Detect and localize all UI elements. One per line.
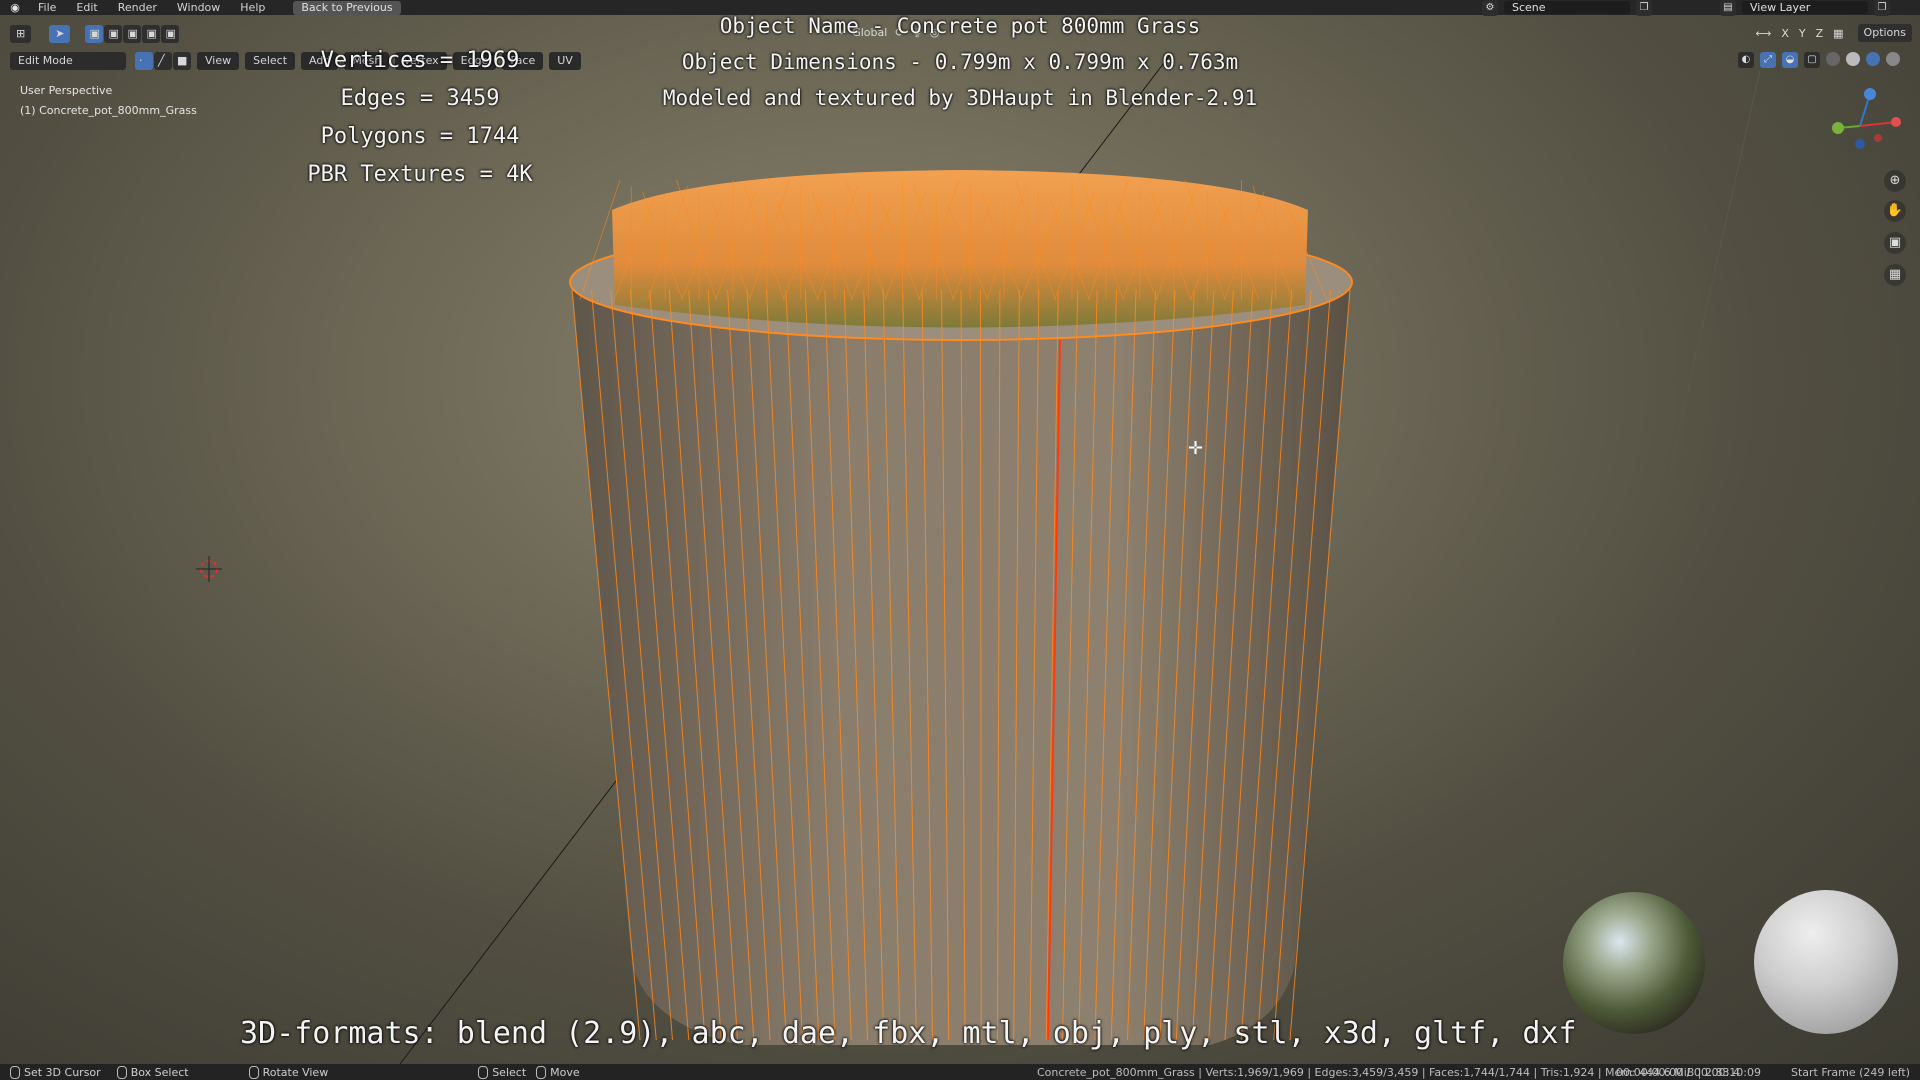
selection-mode-group: ▣ ▣ ▣ ▣ ▣ (84, 25, 180, 43)
crosshair-cursor-icon: ✛ (1188, 438, 1204, 459)
neg-x-axis-handle[interactable] (1874, 134, 1882, 142)
select-intersect-icon[interactable]: ▣ (161, 25, 180, 43)
camera-icon[interactable]: ▣ (1884, 232, 1906, 254)
status-select: Select (478, 1065, 527, 1079)
object-name: Object Name - Concrete pot 800mm Grass (719, 14, 1201, 38)
rotate-view-label: Rotate View (262, 1065, 329, 1079)
navigation-gizmo[interactable] (1818, 84, 1902, 168)
menu-file[interactable]: File (28, 1, 66, 14)
axis-x-toggle[interactable]: X (1781, 27, 1789, 40)
menu-edit[interactable]: Edit (66, 1, 107, 14)
status-bar: Set 3D Cursor Box Select Rotate View Sel… (0, 1064, 1920, 1080)
overlay-toggle-icon[interactable]: ◒ (1782, 52, 1798, 68)
move-label: Move (550, 1065, 580, 1079)
rendered-shading-icon[interactable] (1886, 52, 1900, 66)
status-box-select: Box Select (116, 1065, 189, 1079)
view-layer-field[interactable]: View Layer (1742, 1, 1868, 14)
xray-icon[interactable]: ▢ (1804, 52, 1820, 68)
set-cursor-label: Set 3D Cursor (24, 1065, 101, 1079)
y-axis-handle[interactable] (1832, 122, 1844, 134)
scene-field[interactable]: Scene (1504, 1, 1630, 14)
new-scene-icon[interactable]: ❐ (1636, 0, 1652, 16)
active-object-label: (1) Concrete_pot_800mm_Grass (20, 104, 197, 117)
mouse-right-icon (478, 1065, 489, 1079)
material-shading-icon[interactable] (1866, 52, 1880, 66)
face-select-icon[interactable]: ■ (173, 52, 191, 70)
status-move: Move (536, 1065, 580, 1079)
select-subtract-icon[interactable]: ▣ (123, 25, 142, 43)
mouse-right-drag-icon (536, 1065, 547, 1079)
mouse-middle-icon (248, 1065, 259, 1079)
ortho-grid-icon[interactable]: ▦ (1884, 264, 1906, 286)
3d-cursor-icon[interactable] (196, 556, 222, 582)
view-perspective-label: User Perspective (20, 84, 113, 97)
pot-body (572, 280, 1350, 1045)
select-label: Select (492, 1065, 527, 1079)
playback-time: 00:00:00:00 / 00:00:10:09 (1616, 1065, 1761, 1079)
zoom-icon[interactable]: ⊕ (1884, 170, 1906, 192)
axis-z-toggle[interactable]: Z (1816, 27, 1824, 40)
view-layer-selector: ▤ View Layer ❐ (1720, 0, 1890, 16)
mode-dropdown[interactable]: Edit Mode (10, 52, 126, 70)
menu-uv[interactable]: UV (549, 52, 581, 70)
mirror-icon[interactable]: ⟷ (1756, 27, 1772, 40)
uv-sync-icon[interactable]: ▦ (1833, 27, 1843, 40)
status-set-cursor: Set 3D Cursor (10, 1065, 101, 1079)
wireframe-shading-icon[interactable] (1826, 52, 1840, 66)
pan-hand-icon[interactable]: ✋ (1884, 200, 1906, 222)
menu-select[interactable]: Select (245, 52, 296, 70)
select-extend-icon[interactable]: ▣ (104, 25, 123, 43)
visibility-icon[interactable]: ◐ (1738, 52, 1754, 68)
menu-render[interactable]: Render (108, 1, 167, 14)
shading-controls: ◐ ⤢ ◒ ▢ (1738, 52, 1900, 68)
solid-shading-icon[interactable] (1846, 52, 1860, 66)
pbr-textures: PBR Textures = 4K (307, 162, 533, 187)
edges-count: Edges = 3459 (340, 86, 500, 111)
blender-logo-icon[interactable]: ◉ (8, 1, 22, 15)
menu-window[interactable]: Window (167, 1, 230, 14)
menu-view[interactable]: View (197, 52, 240, 70)
status-rotate-view: Rotate View (248, 1065, 329, 1079)
view-layer-icon[interactable]: ▤ (1720, 0, 1736, 16)
polygons-count: Polygons = 1744 (320, 124, 520, 149)
object-info-overlay: Object Name - Concrete pot 800mm Grass O… (600, 8, 1320, 116)
menu-help[interactable]: Help (230, 1, 275, 14)
mouse-drag-icon (116, 1065, 127, 1079)
x-axis-handle[interactable] (1891, 117, 1901, 127)
credit-line: Modeled and textured by 3DHaupt in Blend… (662, 86, 1258, 110)
z-axis-handle[interactable] (1864, 88, 1876, 100)
formats-overlay: 3D-formats: blend (2.9), abc, dae, fbx, … (240, 1016, 1577, 1051)
axis-y-toggle[interactable]: Y (1799, 27, 1806, 40)
back-to-previous-button[interactable]: Back to Previous (293, 0, 401, 15)
box-select-label: Box Select (130, 1065, 189, 1079)
editor-type-icon[interactable]: ⊞ (10, 25, 32, 43)
edge-select-icon[interactable]: ╱ (154, 52, 172, 70)
vertices-count: Vertices = 1969 (320, 48, 520, 73)
select-tool-icon[interactable]: ➤ (49, 25, 71, 43)
mouse-left-icon (10, 1065, 20, 1079)
grass-mesh (612, 170, 1308, 328)
timeline-info: 00:00:00:00 / 00:00:10:09 Start Frame (2… (1616, 1066, 1910, 1079)
options-dropdown[interactable]: Options (1857, 24, 1912, 42)
hdri-preview-sphere (1563, 892, 1705, 1034)
scene-icon[interactable]: ⚙ (1482, 0, 1498, 16)
select-invert-icon[interactable]: ▣ (142, 25, 161, 43)
gizmo-toggle-icon[interactable]: ⤢ (1760, 52, 1776, 68)
neg-z-axis-handle[interactable] (1855, 139, 1865, 149)
mesh-stats-overlay: Vertices = 1969 Edges = 3459 Polygons = … (300, 42, 540, 194)
material-preview-sphere (1754, 890, 1898, 1034)
scene-selector: ⚙ Scene ❐ (1482, 0, 1652, 16)
axis-line (1669, 69, 1761, 471)
new-view-layer-icon[interactable]: ❐ (1874, 0, 1890, 16)
mesh-select-mode: · ╱ ■ (134, 52, 191, 70)
vertex-select-icon[interactable]: · (135, 52, 153, 70)
object-dimensions: Object Dimensions - 0.799m x 0.799m x 0.… (681, 50, 1239, 74)
start-frame: Start Frame (249 left) (1790, 1065, 1910, 1079)
select-new-icon[interactable]: ▣ (85, 25, 104, 43)
header-right-controls: ⟷ X Y Z ▦ Options (1756, 24, 1912, 42)
